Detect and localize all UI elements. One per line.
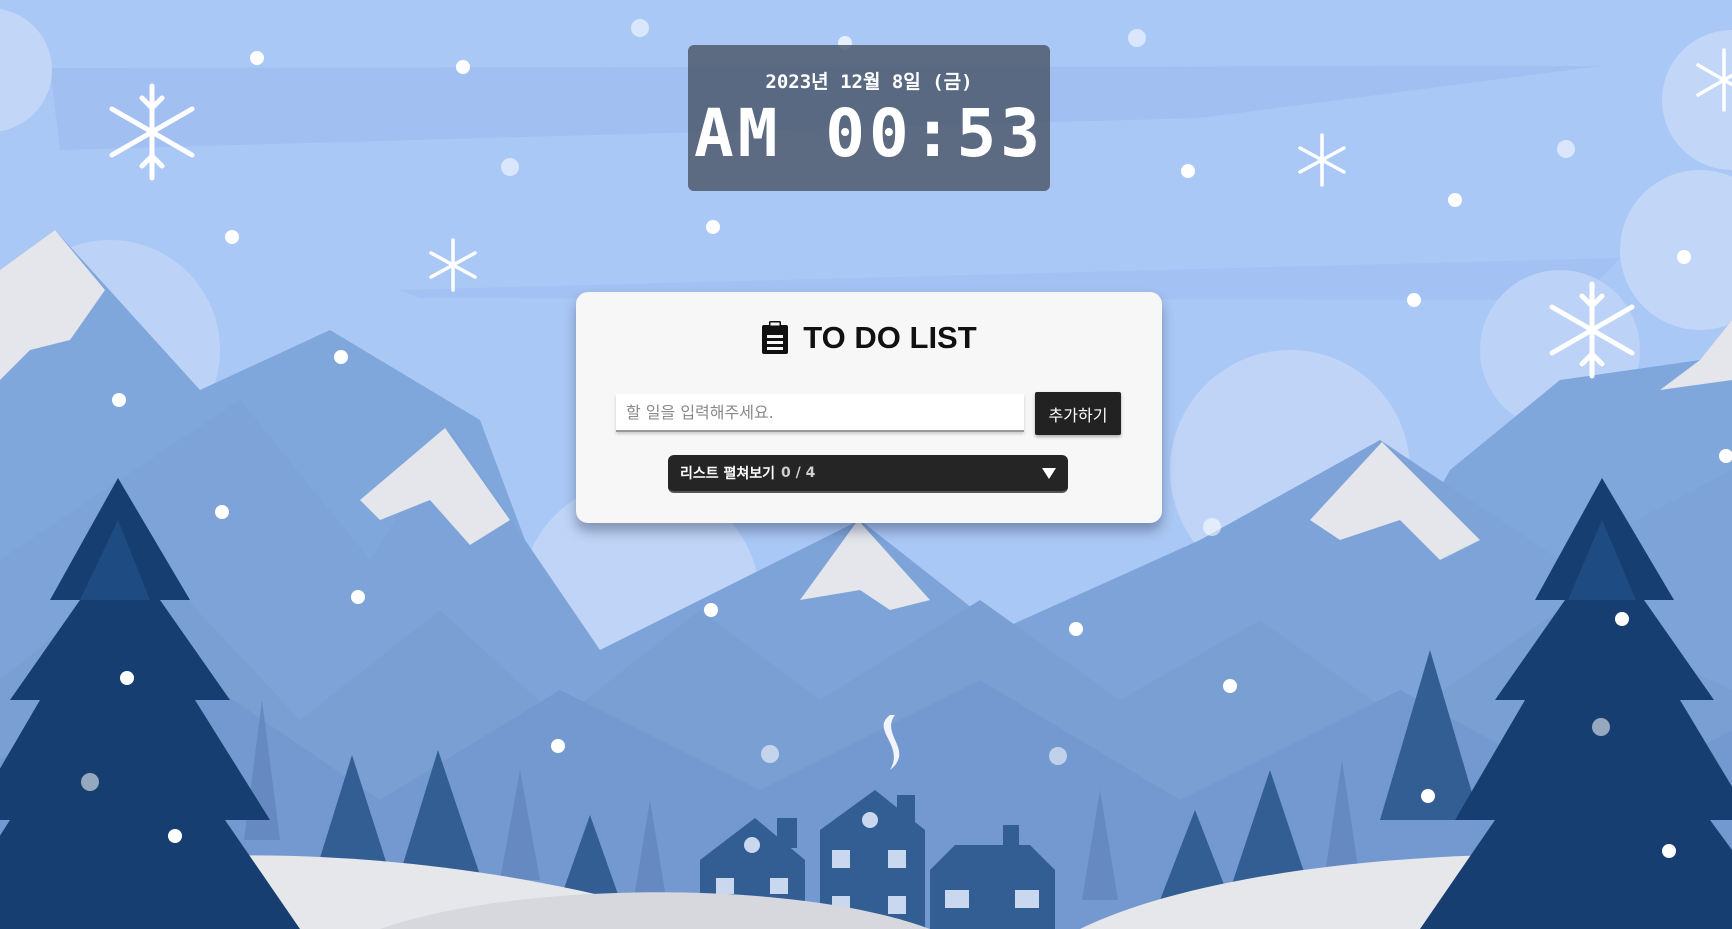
list-expand-toggle[interactable]: 리스트 펼쳐보기 0 / 4 [668,455,1068,493]
list-toggle-label: 리스트 펼쳐보기 [680,466,776,482]
todo-count: 0 / 4 [781,465,816,481]
triangle-down-icon [1042,467,1056,479]
clock-date: 2023년 12월 8일 (금) [765,71,973,93]
todo-title: TO DO LIST [803,320,977,355]
todo-input[interactable] [616,394,1024,432]
todo-header: TO DO LIST [576,320,1162,356]
clipboard-icon [762,321,789,354]
clock-time: AM 00:53 [694,95,1044,172]
todo-card: TO DO LIST 추가하기 리스트 펼쳐보기 0 / 4 [576,292,1162,523]
add-todo-button[interactable]: 추가하기 [1035,392,1121,435]
digital-clock: 2023년 12월 8일 (금) AM 00:53 [688,45,1050,191]
